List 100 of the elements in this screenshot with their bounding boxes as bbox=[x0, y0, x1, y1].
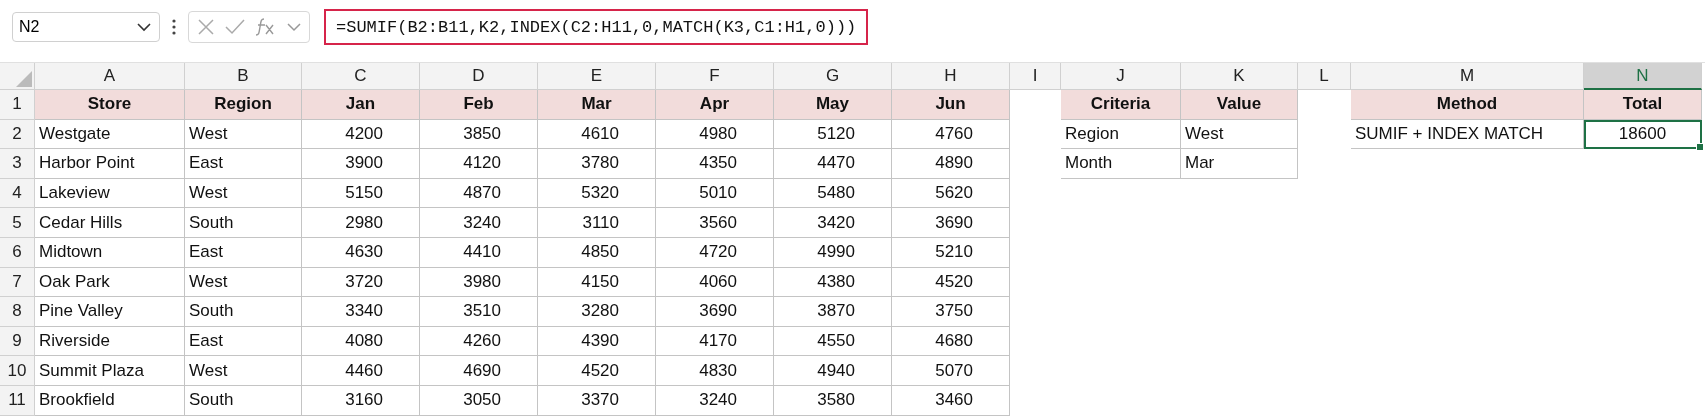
column-header[interactable]: M bbox=[1351, 63, 1584, 90]
column-header[interactable]: G bbox=[774, 63, 892, 90]
table-cell: 4720 bbox=[656, 237, 774, 268]
table-cell: West bbox=[185, 356, 302, 386]
table-cell: 4120 bbox=[420, 149, 538, 179]
row-header[interactable]: 11 bbox=[0, 385, 35, 416]
row-header[interactable]: 1 bbox=[0, 90, 35, 120]
more-options-icon[interactable] bbox=[172, 19, 176, 35]
row-header[interactable]: 10 bbox=[0, 356, 35, 386]
chevron-down-icon[interactable] bbox=[287, 22, 301, 32]
column-heading-cell: Method bbox=[1351, 90, 1584, 120]
table-cell: Riverside bbox=[35, 326, 185, 357]
column-heading-cell: Value bbox=[1181, 90, 1298, 120]
table-cell: Brookfield bbox=[35, 385, 185, 416]
column-heading-cell: Total bbox=[1584, 90, 1702, 120]
name-box[interactable]: N2 bbox=[12, 12, 160, 42]
table-cell: Lakeview bbox=[35, 178, 185, 209]
column-header[interactable]: A bbox=[35, 63, 185, 90]
column-header[interactable]: J bbox=[1061, 63, 1181, 90]
table-cell: Cedar Hills bbox=[35, 208, 185, 238]
table-cell: 4150 bbox=[538, 267, 656, 298]
table-cell: 4060 bbox=[656, 267, 774, 298]
table-cell: 4760 bbox=[892, 119, 1010, 150]
select-all-corner[interactable] bbox=[0, 63, 35, 90]
table-cell: 3420 bbox=[774, 208, 892, 238]
table-cell: 3870 bbox=[774, 297, 892, 327]
table-cell: 4980 bbox=[656, 119, 774, 150]
table-cell: Midtown bbox=[35, 237, 185, 268]
row-header[interactable]: 3 bbox=[0, 149, 35, 179]
table-cell: 5150 bbox=[302, 178, 420, 209]
table-cell: East bbox=[185, 237, 302, 268]
column-header[interactable]: H bbox=[892, 63, 1010, 90]
formula-field[interactable]: =SUMIF(B2:B11,K2,INDEX(C2:H11,0,MATCH(K3,C1:H1,0))) bbox=[324, 9, 869, 45]
table-cell: 3850 bbox=[420, 119, 538, 150]
checkmark-icon[interactable] bbox=[225, 19, 245, 35]
table-cell: 3560 bbox=[656, 208, 774, 238]
row-header[interactable]: 7 bbox=[0, 267, 35, 298]
table-cell: 3780 bbox=[538, 149, 656, 179]
column-heading-cell: Store bbox=[35, 90, 185, 120]
table-cell: 3340 bbox=[302, 297, 420, 327]
row-header[interactable]: 9 bbox=[0, 326, 35, 357]
cancel-icon[interactable] bbox=[197, 18, 215, 36]
column-header[interactable]: C bbox=[302, 63, 420, 90]
table-cell: 3900 bbox=[302, 149, 420, 179]
table-cell: 4470 bbox=[774, 149, 892, 179]
column-header[interactable]: L bbox=[1298, 63, 1351, 90]
row-header[interactable]: 6 bbox=[0, 237, 35, 268]
row-header[interactable]: 4 bbox=[0, 178, 35, 209]
column-header[interactable]: D bbox=[420, 63, 538, 90]
column-heading-cell: Mar bbox=[538, 90, 656, 120]
table-cell: 4200 bbox=[302, 119, 420, 150]
table-cell: 3690 bbox=[656, 297, 774, 327]
table-cell: 4830 bbox=[656, 356, 774, 386]
table-cell: 4690 bbox=[420, 356, 538, 386]
table-cell: 3460 bbox=[892, 385, 1010, 416]
table-cell: 3980 bbox=[420, 267, 538, 298]
table-cell: East bbox=[185, 149, 302, 179]
table-cell: 3160 bbox=[302, 385, 420, 416]
table-cell: 3240 bbox=[656, 385, 774, 416]
column-header[interactable]: K bbox=[1181, 63, 1298, 90]
row-header[interactable]: 5 bbox=[0, 208, 35, 238]
table-cell: 4870 bbox=[420, 178, 538, 209]
table-cell: East bbox=[185, 326, 302, 357]
table-cell: 4350 bbox=[656, 149, 774, 179]
table-cell: Summit Plaza bbox=[35, 356, 185, 386]
table-cell: 5320 bbox=[538, 178, 656, 209]
table-cell: 3690 bbox=[892, 208, 1010, 238]
table-cell: South bbox=[185, 385, 302, 416]
column-heading-cell: Apr bbox=[656, 90, 774, 120]
column-header[interactable]: I bbox=[1010, 63, 1061, 90]
row-header[interactable]: 8 bbox=[0, 297, 35, 327]
table-cell: 3720 bbox=[302, 267, 420, 298]
table-cell: Mar bbox=[1181, 149, 1298, 179]
table-cell: 4170 bbox=[656, 326, 774, 357]
column-heading-cell: Jun bbox=[892, 90, 1010, 120]
column-heading-cell: Region bbox=[185, 90, 302, 120]
column-header[interactable]: F bbox=[656, 63, 774, 90]
cell-reference: N2 bbox=[19, 18, 40, 36]
column-header[interactable]: E bbox=[538, 63, 656, 90]
row-header[interactable]: 2 bbox=[0, 119, 35, 150]
table-cell: 4260 bbox=[420, 326, 538, 357]
table-cell: 4890 bbox=[892, 149, 1010, 179]
table-cell: 4410 bbox=[420, 237, 538, 268]
chevron-down-icon bbox=[137, 22, 151, 32]
table-cell: Month bbox=[1061, 149, 1181, 179]
table-cell: 3580 bbox=[774, 385, 892, 416]
column-heading-cell: Feb bbox=[420, 90, 538, 120]
table-cell: 4850 bbox=[538, 237, 656, 268]
table-cell: 4380 bbox=[774, 267, 892, 298]
table-cell: Pine Valley bbox=[35, 297, 185, 327]
table-cell: 5120 bbox=[774, 119, 892, 150]
table-cell: Westgate bbox=[35, 119, 185, 150]
table-cell: Oak Park bbox=[35, 267, 185, 298]
table-cell: 5070 bbox=[892, 356, 1010, 386]
column-header[interactable]: B bbox=[185, 63, 302, 90]
column-heading-cell: Jan bbox=[302, 90, 420, 120]
column-heading-cell: May bbox=[774, 90, 892, 120]
triangle-icon[interactable] bbox=[16, 71, 32, 87]
table-cell: SUMIF + INDEX MATCH bbox=[1351, 119, 1584, 150]
column-header[interactable]: N bbox=[1584, 63, 1702, 90]
